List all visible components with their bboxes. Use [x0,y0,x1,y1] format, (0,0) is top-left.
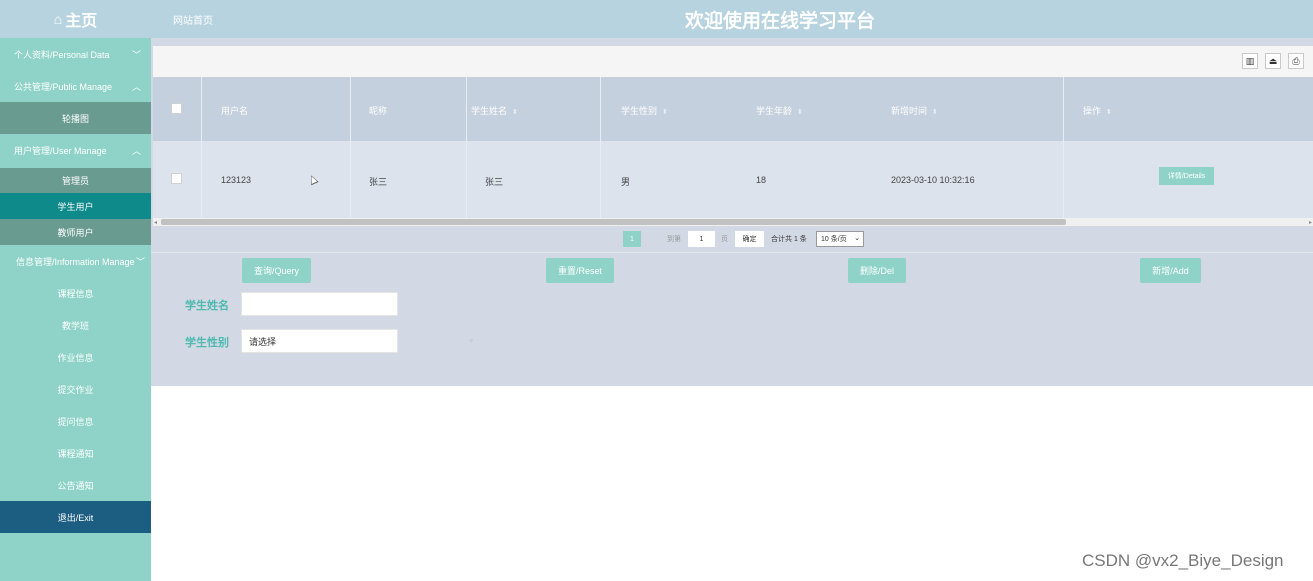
scroll-left-icon[interactable]: ◂ [154,219,157,226]
total-count: 合计共 1 条 [771,236,807,243]
pagination: 1 到第 1 页 确定 合计共 1 条 10 条/页 ⌄ [151,226,1313,252]
col-header-age[interactable]: 学生年龄 ⬍ [756,104,803,117]
sort-icon: ⬍ [512,109,518,116]
query-button[interactable]: 查询/Query [242,258,311,283]
cell-gender: 男 [621,177,631,187]
page-number-current[interactable]: 1 [623,231,641,247]
student-name-input[interactable] [241,292,398,316]
app-title: 欢迎使用在线学习平台 [684,11,875,32]
sidebar: 个人资料/Personal Data ﹀ 公共管理/Public Manage … [0,38,151,581]
cell-username: 123123 [221,175,252,185]
page-unit-label: 页 [721,236,728,243]
student-gender-label: 学生性别 [185,337,229,349]
col-header-nickname[interactable]: 昵称 [369,104,387,117]
sort-icon: ⬍ [1106,109,1112,116]
exit-button[interactable]: 退出/Exit [0,501,151,533]
columns-icon[interactable]: ▥ [1242,53,1258,69]
chevron-up-icon: ︿ [131,146,141,156]
col-header-username[interactable]: 用户名 [221,104,248,117]
scrollbar-thumb[interactable] [161,219,1066,225]
sort-icon: ⬍ [662,109,668,116]
sort-icon: ⬍ [932,109,938,116]
sort-icon: ⬍ [797,109,803,116]
sidebar-group-public-manage[interactable]: 公共管理/Public Manage ︿ [0,70,151,102]
sidebar-item-class[interactable]: 教学班 [0,309,151,341]
watermark: CSDN @vx2_Biye_Design [1082,551,1284,570]
chevron-down-icon: ﹀ [131,50,141,60]
col-header-name[interactable]: 学生姓名 ⬍ [471,104,518,117]
cell-nickname: 张三 [369,177,388,187]
table-row [153,141,1313,218]
cell-created: 2023-03-10 10:32:16 [891,175,975,185]
col-header-gender[interactable]: 学生性别 ⬍ [621,104,668,117]
cell-name: 张三 [485,177,504,187]
delete-button[interactable]: 删除/Del [848,258,906,283]
divider [151,252,1313,253]
select-all-checkbox[interactable] [171,103,182,114]
sidebar-item-submit-homework[interactable]: 提交作业 [0,373,151,405]
sidebar-item-questions[interactable]: 提问信息 [0,405,151,437]
goto-confirm-button[interactable]: 确定 [735,231,764,247]
sidebar-item-carousel[interactable]: 轮播图 [0,102,151,134]
data-table: 用户名 昵称 学生姓名 ⬍ 学生性别 ⬍ 学生年龄 ⬍ 新增时间 ⬍ 操作 ⬍ 12312… [153,77,1313,218]
print-icon[interactable]: ⎙ [1288,53,1304,69]
sidebar-group-personal[interactable]: 个人资料/Personal Data ﹀ [0,38,151,70]
scroll-right-icon[interactable]: ▸ [1309,219,1312,226]
student-name-label: 学生姓名 [185,300,229,312]
sidebar-group-label: 个人资料/Personal Data [14,49,110,60]
sidebar-item-announcement[interactable]: 公告通知 [0,469,151,501]
sidebar-item-student-user[interactable]: 学生用户 [0,193,151,219]
sidebar-item-course-info[interactable]: 课程信息 [0,277,151,309]
export-icon[interactable]: ⏏ [1265,53,1281,69]
sidebar-group-user-manage[interactable]: 用户管理/User Manage ︿ [0,134,151,166]
goto-page-input[interactable]: 1 [688,231,715,247]
chevron-down-icon: ﹀ [135,257,145,267]
add-button[interactable]: 新增/Add [1140,258,1201,283]
chevron-down-icon: ⌄ [854,235,860,242]
sidebar-group-info-manage[interactable]: 信息管理/Information Manage ﹀ [0,245,151,277]
page-size-select[interactable]: 10 条/页 ⌄ [816,231,864,247]
sidebar-item-teacher-user[interactable]: 教师用户 [0,219,151,245]
chevron-up-icon: ︿ [131,82,141,92]
top-header: ⌂ 主页 网站首页 欢迎使用在线学习平台 [0,0,1313,38]
sidebar-item-homework[interactable]: 作业信息 [0,341,151,373]
cell-age: 18 [756,175,767,185]
sidebar-item-course-notice[interactable]: 课程通知 [0,437,151,469]
row-checkbox[interactable] [171,173,182,184]
main-content: ▥ ⏏ ⎙ 用户名 昵称 学生姓名 ⬍ 学生性别 ⬍ 学生年龄 ⬍ 新增时间 ⬍ 操作 ⬍… [151,38,1313,386]
horizontal-scrollbar[interactable]: ◂ ▸ [153,218,1313,226]
details-button[interactable]: 详情/Details [1159,167,1214,185]
chevron-down-icon: ▼ [468,338,475,345]
goto-label: 到第 [667,236,681,243]
sidebar-item-admin[interactable]: 管理员 [0,168,151,193]
col-header-created[interactable]: 新增时间 ⬍ [891,104,938,117]
student-gender-select[interactable]: 请选择 [241,329,398,353]
sidebar-group-label: 公共管理/Public Manage [14,81,113,92]
col-header-actions[interactable]: 操作 ⬍ [1083,104,1112,117]
table-header [153,77,1313,141]
table-toolbar: ▥ ⏏ ⎙ [153,46,1313,77]
page-size-value: 10 条/页 [821,236,847,243]
sidebar-group-label: 用户管理/User Manage [14,145,107,156]
sidebar-group-label: 信息管理/Information Manage [16,256,135,267]
reset-button[interactable]: 重置/Reset [546,258,614,283]
